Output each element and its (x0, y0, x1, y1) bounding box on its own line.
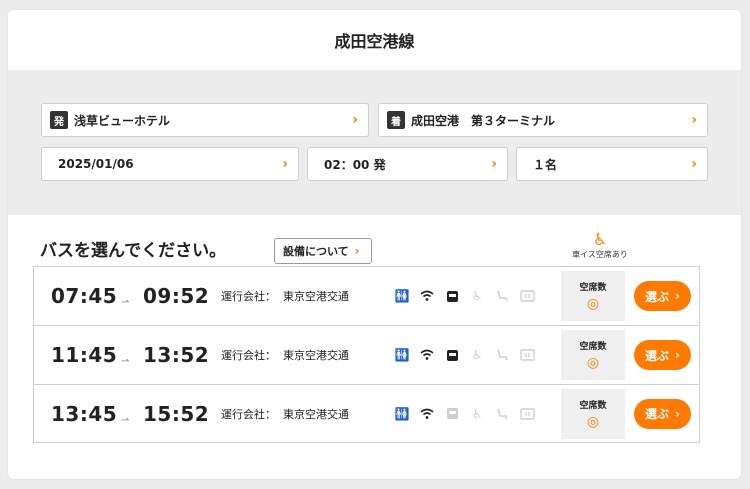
ic-card-icon (444, 347, 460, 363)
wifi-icon (419, 347, 435, 363)
toilet-icon: 🚻 (394, 348, 410, 362)
seat-availability: 空席数 ◎ (561, 271, 625, 321)
seat-availability: 空席数 ◎ (561, 330, 625, 380)
seat-availability-mark: ◎ (586, 414, 600, 430)
departure-field[interactable]: 発 浅草ビューホテル › (41, 103, 369, 137)
seat-availability-mark: ◎ (586, 355, 600, 371)
operator-label: 運行会社： (221, 349, 276, 362)
search-panel: 発 浅草ビューホテル › 着 成田空港 第３ターミナル › 2025/01/06… (8, 70, 741, 215)
arrow-icon: ⇀ (121, 356, 130, 367)
time-value: 02：00 発 (324, 157, 386, 172)
power-outlet-icon (519, 347, 535, 363)
select-button-label: 選ぶ (645, 348, 670, 363)
equipment-info-label: 設備について (283, 245, 349, 258)
select-button-label: 選ぶ (645, 289, 670, 304)
chevron-right-icon: › (675, 406, 680, 421)
arrival-time: 09:52 (143, 284, 210, 308)
chevron-right-icon: › (675, 289, 680, 303)
select-button-label: 選ぶ (645, 407, 670, 421)
wheelchair-legend: ♿ 車イス空席あり (568, 231, 632, 260)
date-value: 2025/01/06 (58, 157, 134, 171)
bus-row: 07:45 ⇀ 09:52 運行会社： 東京空港交通 🚻 ♿ 空席数 ◎ 選ぶ … (34, 267, 699, 326)
arrow-icon: ⇀ (121, 297, 130, 308)
power-outlet-icon (519, 406, 535, 422)
power-outlet-icon (519, 288, 535, 304)
wifi-icon (419, 406, 435, 422)
toilet-icon: 🚻 (394, 406, 410, 421)
date-field[interactable]: 2025/01/06 › (41, 147, 299, 181)
chevron-right-icon: › (691, 156, 697, 172)
arrival-tag: 着 (387, 111, 405, 129)
page-title: 成田空港線 (334, 32, 415, 51)
reclining-seat-icon (494, 406, 510, 422)
bus-list: 07:45 ⇀ 09:52 運行会社： 東京空港交通 🚻 ♿ 空席数 ◎ 選ぶ … (33, 266, 700, 443)
select-button[interactable]: 選ぶ › (634, 398, 691, 429)
wheelchair-icon: ♿ (592, 230, 608, 249)
departure-time: 11:45 (51, 343, 118, 367)
equipment-info-button[interactable]: 設備について › (274, 238, 372, 264)
seat-availability-label: 空席数 (579, 401, 607, 411)
bus-row: 13:45 ⇀ 15:52 運行会社： 東京空港交通 🚻 ♿ 空席数 ◎ 選ぶ … (34, 385, 699, 442)
time-field[interactable]: 02：00 発 › (307, 147, 508, 181)
chevron-right-icon: › (282, 156, 288, 172)
operator-name: 東京空港交通 (283, 407, 349, 421)
facility-icons: 🚻 ♿ (394, 406, 535, 422)
departure-value: 浅草ビューホテル (74, 113, 171, 128)
seat-availability-label: 空席数 (579, 342, 607, 352)
wheelchair-icon: ♿ (471, 348, 483, 362)
wheelchair-icon: ♿ (471, 406, 483, 421)
chevron-right-icon: › (352, 112, 358, 128)
select-button[interactable]: 選ぶ › (634, 281, 691, 311)
wheelchair-legend-label: 車イス空席あり (572, 250, 628, 259)
toilet-icon: 🚻 (394, 289, 410, 303)
chevron-right-icon: › (691, 112, 697, 128)
arrival-value: 成田空港 第３ターミナル (411, 113, 556, 128)
list-heading: バスを選んでください。 (40, 241, 227, 261)
arrival-time: 13:52 (143, 343, 210, 367)
wheelchair-icon: ♿ (471, 289, 483, 303)
reclining-seat-icon (494, 288, 510, 304)
wifi-icon (419, 288, 435, 304)
departure-tag: 発 (50, 111, 68, 129)
departure-time: 13:45 (51, 401, 118, 426)
passengers-field[interactable]: １名 › (516, 147, 708, 181)
operator-label: 運行会社： (221, 290, 276, 303)
departure-time: 07:45 (51, 284, 118, 308)
facility-icons: 🚻 ♿ (394, 288, 535, 304)
chevron-right-icon: › (354, 244, 360, 258)
arrival-field[interactable]: 着 成田空港 第３ターミナル › (378, 103, 708, 137)
reclining-seat-icon (494, 347, 510, 363)
operator-name: 東京空港交通 (283, 349, 349, 362)
seat-availability-label: 空席数 (579, 283, 607, 293)
seat-availability: 空席数 ◎ (561, 389, 625, 439)
chevron-right-icon: › (675, 348, 680, 362)
operator-label: 運行会社： (221, 407, 276, 421)
seat-availability-mark: ◎ (586, 296, 600, 312)
passengers-value: １名 (533, 157, 558, 172)
bus-row: 11:45 ⇀ 13:52 運行会社： 東京空港交通 🚻 ♿ 空席数 ◎ 選ぶ … (34, 326, 699, 385)
ic-card-icon (444, 288, 460, 304)
facility-icons: 🚻 ♿ (394, 347, 535, 363)
arrival-time: 15:52 (143, 401, 210, 426)
select-button[interactable]: 選ぶ › (634, 340, 691, 370)
ic-card-icon (444, 406, 460, 422)
chevron-right-icon: › (491, 156, 497, 172)
operator-name: 東京空港交通 (283, 290, 349, 303)
arrow-icon: ⇀ (121, 415, 130, 426)
